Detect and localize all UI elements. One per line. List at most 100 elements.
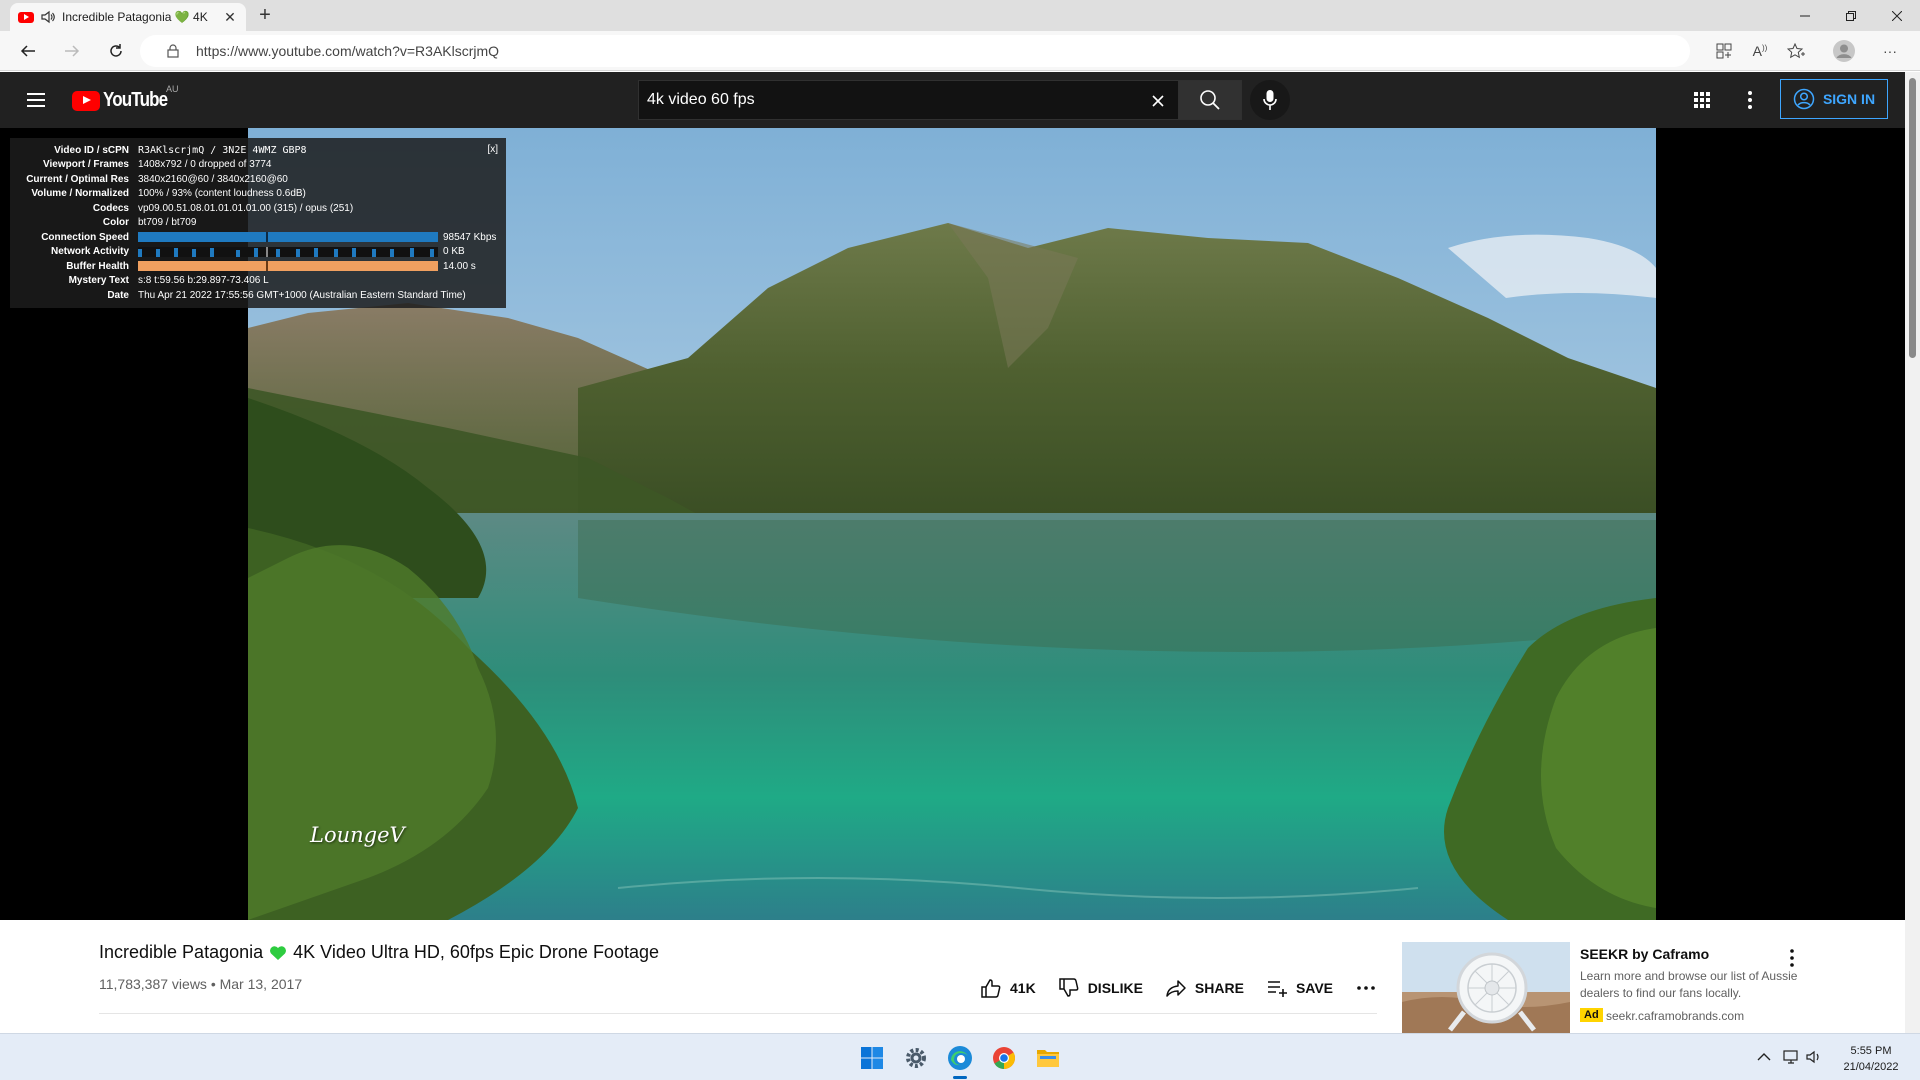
browser-tab[interactable]: Incredible Patagonia 💚 4K ✕ <box>10 3 246 31</box>
system-clock[interactable]: 5:55 PM 21/04/2022 <box>1836 1043 1906 1075</box>
app-available-button[interactable] <box>1710 37 1738 65</box>
guide-menu-button[interactable] <box>24 88 48 112</box>
video-title-part2: 4K Video Ultra HD, 60fps Epic Drone Foot… <box>293 942 659 962</box>
thumbs-down-icon <box>1058 978 1079 997</box>
clock-date: 21/04/2022 <box>1843 1061 1899 1073</box>
folder-icon <box>1037 1050 1059 1067</box>
dislike-button[interactable]: DISLIKE <box>1058 977 1143 999</box>
stat-value: s:8 t:59.56 b:29.897-73.406 L <box>138 275 269 287</box>
microphone-icon <box>1263 90 1277 110</box>
windows-taskbar: 5:55 PM 21/04/2022 <box>0 1033 1920 1080</box>
profile-button[interactable] <box>1830 37 1858 65</box>
stat-value: 14.00 s <box>443 260 476 272</box>
close-window-button[interactable] <box>1874 0 1920 31</box>
stat-row: Date Thu Apr 21 2022 17:55:56 GMT+1000 (A… <box>18 288 498 303</box>
stat-row: Video ID / sCPN R3AKlscrjmQ / 3N2E 4WMZ G… <box>18 143 498 158</box>
stat-label: Volume / Normalized <box>31 188 129 200</box>
stat-label: Codecs <box>92 202 129 214</box>
refresh-button[interactable] <box>102 37 130 65</box>
star-add-icon <box>1787 43 1805 59</box>
clear-search-button[interactable] <box>1146 89 1170 113</box>
ad-menu-button[interactable] <box>1780 946 1804 970</box>
stat-label: Color <box>102 217 129 229</box>
chevron-up-icon[interactable] <box>1755 1048 1773 1066</box>
stat-label: Mystery Text <box>68 275 129 287</box>
voice-search-button[interactable] <box>1250 80 1290 120</box>
save-label: SAVE <box>1295 980 1334 996</box>
chrome-app-button[interactable] <box>988 1042 1020 1074</box>
like-button[interactable]: 41K <box>980 977 1036 999</box>
ad-domain[interactable]: seekr.caframobrands.com <box>1606 1009 1744 1023</box>
restore-button[interactable] <box>1828 0 1874 31</box>
ad-thumbnail[interactable] <box>1402 942 1570 1033</box>
stat-row: Color bt709 / bt709 <box>18 216 498 231</box>
page-scrollbar[interactable] <box>1905 72 1920 1033</box>
clock-time: 5:55 PM <box>1850 1045 1892 1057</box>
minimize-button[interactable] <box>1782 0 1828 31</box>
dislike-label: DISLIKE <box>1087 980 1143 996</box>
search-input[interactable] <box>647 91 1127 109</box>
youtube-favicon-icon <box>18 11 34 23</box>
stat-value: bt709 / bt709 <box>138 217 197 229</box>
save-button[interactable]: SAVE <box>1266 977 1333 999</box>
more-actions-button[interactable] <box>1355 977 1377 999</box>
file-explorer-button[interactable] <box>1032 1042 1064 1074</box>
tab-close-icon[interactable]: ✕ <box>222 9 238 26</box>
video-title-part1: Incredible Patagonia <box>99 942 264 962</box>
stat-row: Connection Speed 98547 Kbps <box>18 230 498 245</box>
stat-row: Buffer Health 14.00 s <box>18 259 498 274</box>
ad-title[interactable]: SEEKR by Caframo <box>1580 946 1709 962</box>
network-monitor-icon[interactable] <box>1783 1048 1801 1066</box>
country-code: AU <box>166 84 179 94</box>
stats-close-button[interactable]: [x] <box>487 144 498 155</box>
like-count: 41K <box>1010 980 1036 996</box>
stat-label: Connection Speed <box>41 231 129 243</box>
settings-app-button[interactable] <box>900 1042 932 1074</box>
scrollbar-thumb[interactable] <box>1909 78 1916 358</box>
app-grid-icon <box>1716 43 1732 59</box>
avatar-icon <box>1833 40 1855 62</box>
start-button[interactable] <box>856 1042 888 1074</box>
read-aloud-button[interactable]: A)) <box>1746 37 1774 65</box>
thumbs-up-icon <box>981 979 1001 998</box>
settings-more-button[interactable] <box>1738 88 1762 112</box>
new-tab-button[interactable]: + <box>254 5 276 27</box>
stat-label: Network Activity <box>51 246 129 258</box>
sign-in-label: SIGN IN <box>1822 91 1876 107</box>
read-aloud-icon: A)) <box>1752 43 1768 59</box>
youtube-masthead: YouTube AU SIGN IN <box>0 72 1920 128</box>
browser-menu-button[interactable]: ··· <box>1876 37 1904 65</box>
stat-row: Mystery Text s:8 t:59.56 b:29.897-73.406 … <box>18 274 498 289</box>
video-player[interactable]: LoungeV [x] Video ID / sCPN R3AKlscrjmQ /… <box>0 128 1905 920</box>
edge-app-button[interactable] <box>944 1042 976 1074</box>
edge-browser-icon <box>948 1046 972 1070</box>
lock-icon[interactable] <box>162 40 184 62</box>
stat-value: Thu Apr 21 2022 17:55:56 GMT+1000 (Austr… <box>138 289 466 301</box>
ad-badge: Ad <box>1580 1008 1603 1022</box>
active-app-indicator <box>953 1076 967 1079</box>
sign-in-button[interactable]: SIGN IN <box>1780 79 1888 119</box>
favorites-button[interactable] <box>1782 37 1810 65</box>
search-box <box>638 80 1178 120</box>
volume-icon[interactable] <box>1805 1048 1823 1066</box>
playlist-add-icon <box>1267 981 1287 997</box>
share-button[interactable]: SHARE <box>1165 977 1244 999</box>
youtube-logo[interactable]: YouTube <box>72 89 179 112</box>
share-label: SHARE <box>1194 980 1244 996</box>
back-button[interactable] <box>14 37 42 65</box>
sponsored-ad[interactable]: SEEKR by Caframo Learn more and browse o… <box>1402 942 1902 1033</box>
speaker-icon[interactable] <box>40 10 56 24</box>
stat-value: 98547 Kbps <box>443 231 497 243</box>
address-bar[interactable]: https://www.youtube.com/watch?v=R3AKlscr… <box>140 35 1690 67</box>
search-button[interactable] <box>1178 80 1242 120</box>
youtube-apps-button[interactable] <box>1690 88 1714 112</box>
apps-grid-icon <box>1694 92 1710 108</box>
window-controls <box>1782 0 1920 31</box>
stat-label: Date <box>107 289 129 301</box>
youtube-play-logo-icon <box>72 90 100 111</box>
stats-for-nerds-panel: [x] Video ID / sCPN R3AKlscrjmQ / 3N2E 4W… <box>10 138 506 308</box>
connection-speed-graph <box>138 232 438 243</box>
forward-button[interactable] <box>58 37 86 65</box>
more-horizontal-icon: ··· <box>1883 43 1897 59</box>
channel-watermark: LoungeV <box>310 823 405 847</box>
